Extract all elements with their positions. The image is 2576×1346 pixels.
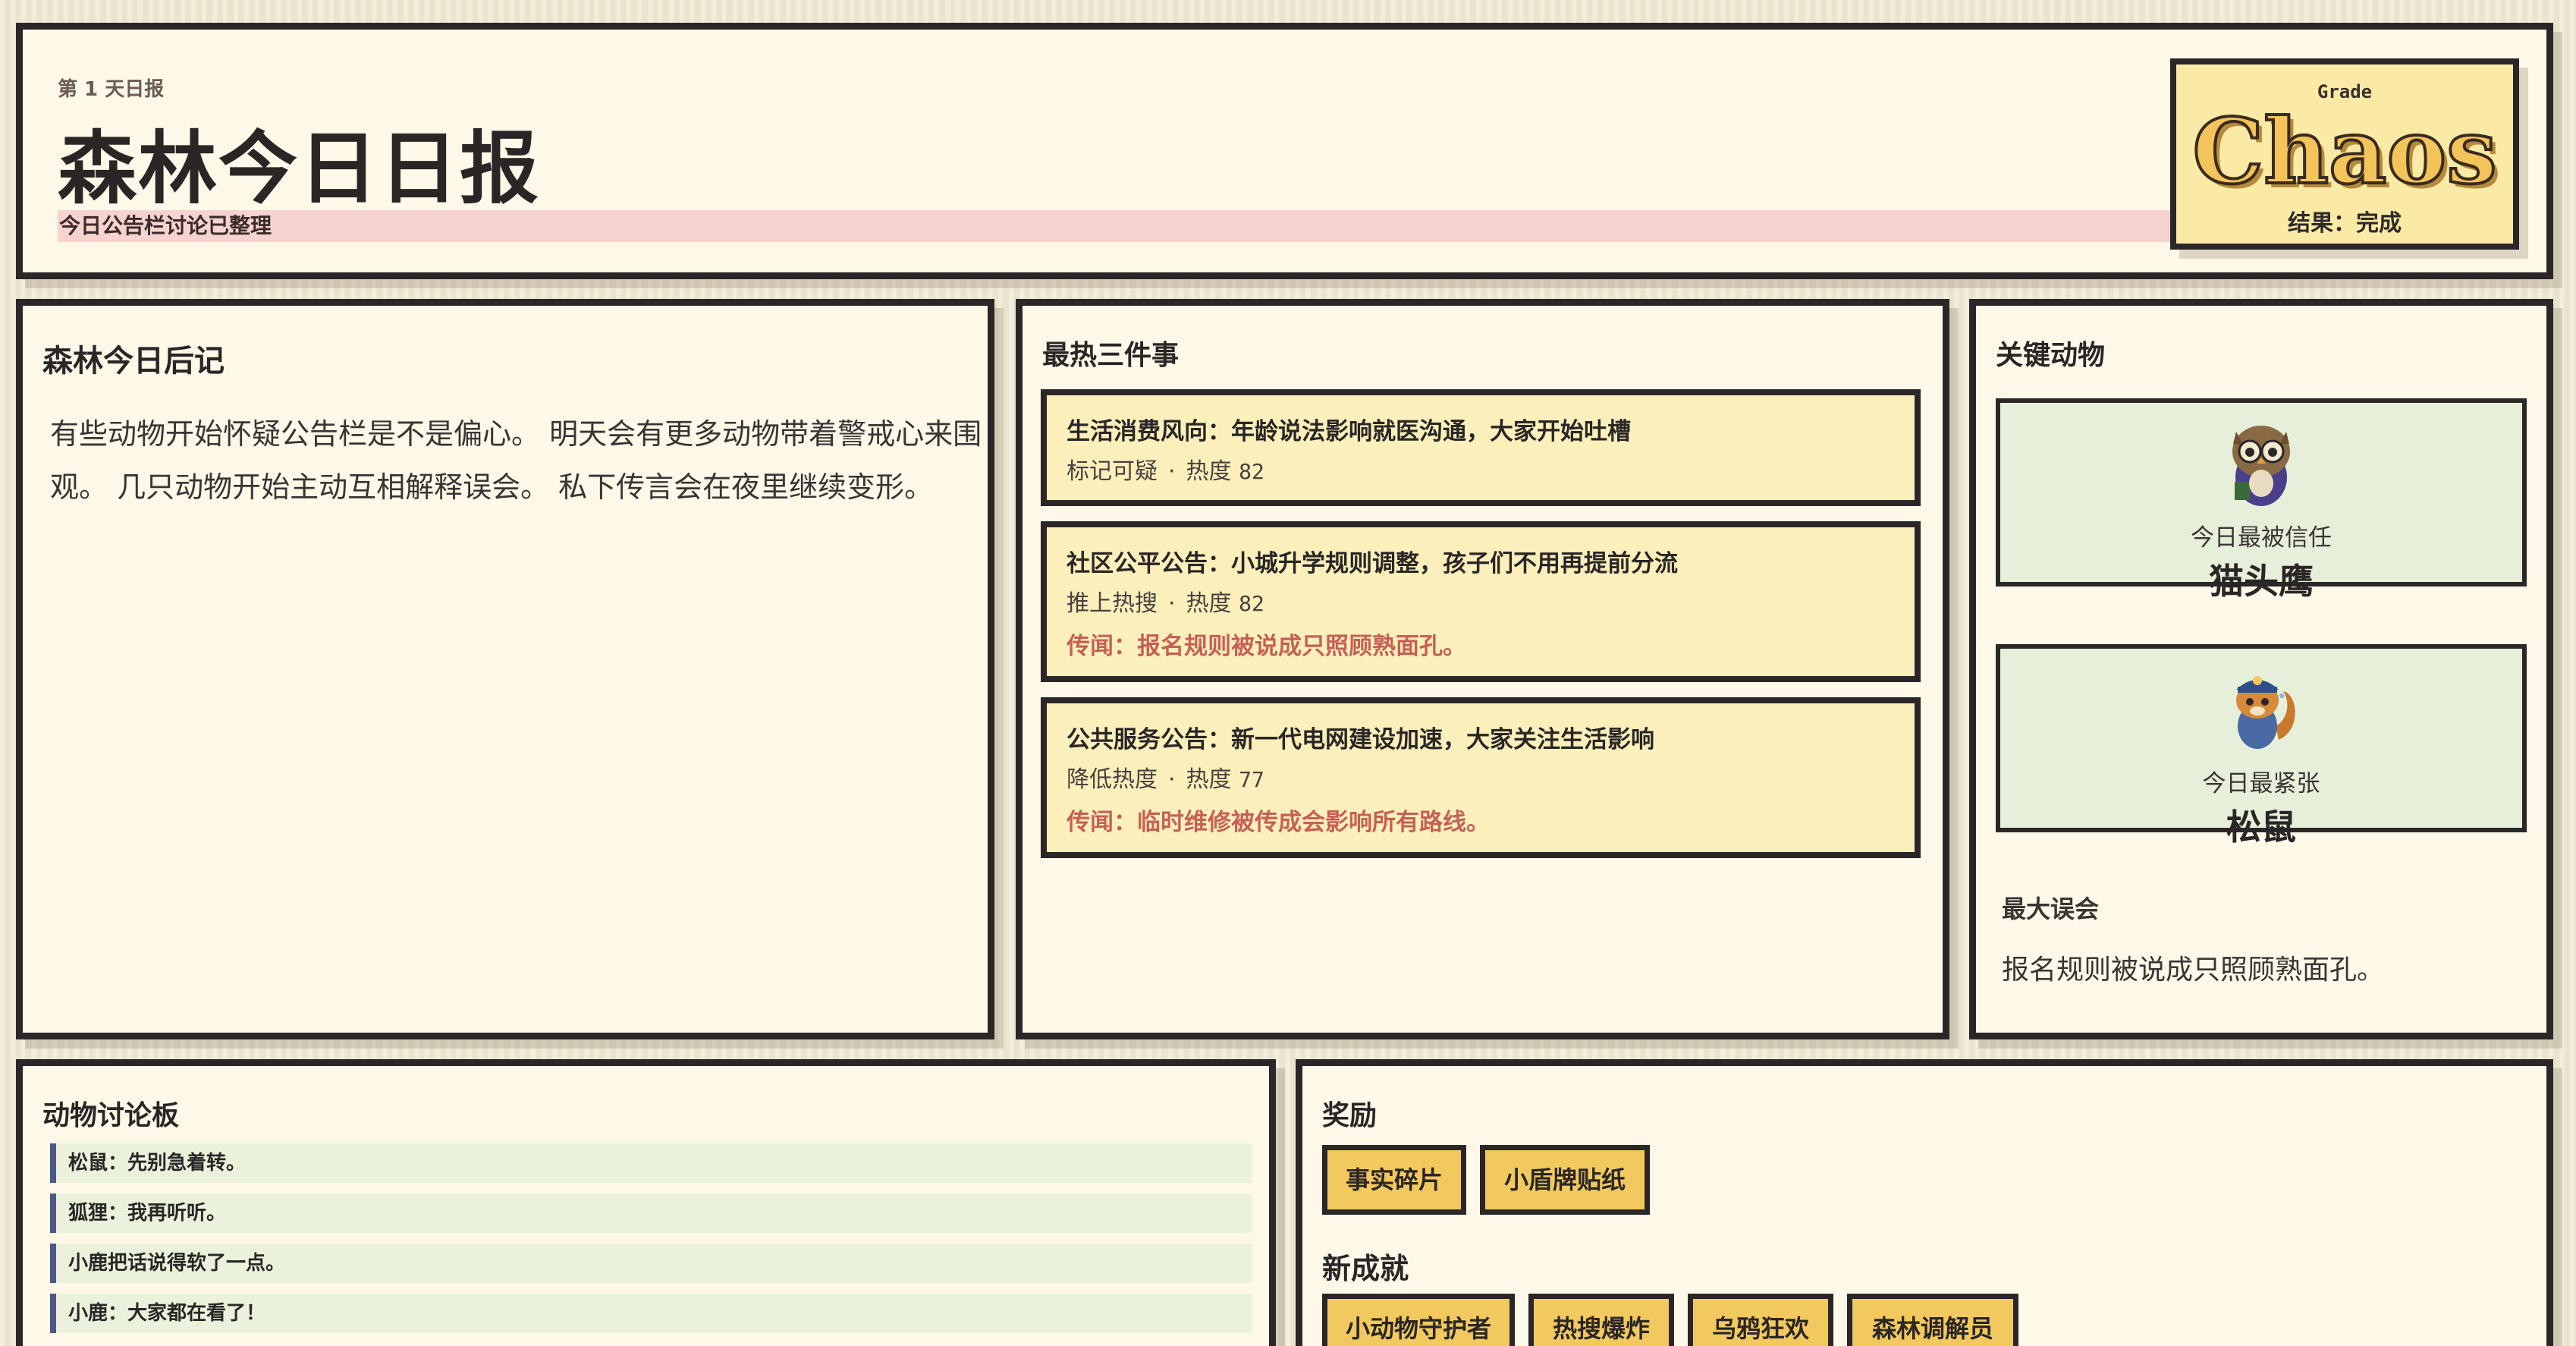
hot-item-rumor: 传闻：临时维修被传成会影响所有路线。: [1067, 809, 1490, 836]
epilogue-title: 森林今日后记: [42, 344, 225, 379]
day-label: 第 1 天日报: [58, 78, 165, 101]
hot-item-title: 社区公平公告：小城升学规则调整，孩子们不用再提前分流: [1067, 550, 1678, 577]
heat-value: 77: [1239, 767, 1264, 792]
achievement-tag[interactable]: 小动物守护者: [1322, 1294, 1515, 1346]
nervous-animal-name: 松鼠: [2226, 807, 2296, 848]
hot-item[interactable]: 社区公平公告：小城升学规则调整，孩子们不用再提前分流 推上热搜 · 热度 82 传闻…: [1041, 521, 1921, 682]
hot-item-title: 公共服务公告：新一代电网建设加速，大家关注生活影响: [1067, 726, 1654, 753]
biggest-misread-text: 报名规则被说成只照顾熟面孔。: [2002, 954, 2385, 986]
achievement-tag[interactable]: 热搜爆炸: [1528, 1294, 1674, 1346]
epilogue-text: 有些动物开始怀疑公告栏是不是偏心。 明天会有更多动物带着警戒心来围观。 几只动物…: [50, 417, 982, 504]
hot-item-rumor: 传闻：报名规则被说成只照顾熟面孔。: [1067, 633, 1466, 660]
owl-icon: [2232, 426, 2290, 506]
rewards-title: 奖励: [1322, 1100, 1378, 1131]
epilogue-panel: 森林今日后记 有些动物开始怀疑公告栏是不是偏心。 明天会有更多动物带着警戒心来围…: [16, 299, 994, 1039]
rewards-panel: 奖励 事实碎片 小盾牌贴纸 新成就 小动物守护者 热搜爆炸 乌鸦狂欢 森林调解员: [1296, 1059, 2553, 1346]
trusted-animal-name: 猫头鹰: [2209, 561, 2314, 602]
squirrel-icon: [2236, 676, 2295, 749]
hot-item-action: 降低热度: [1067, 766, 1158, 793]
discussion-board-panel: 动物讨论板 松鼠：先别急着转。 狐狸：我再听听。 小鹿把话说得软了一点。 小鹿：…: [16, 1059, 1276, 1346]
board-message: 小鹿把话说得软了一点。: [50, 1244, 1252, 1283]
heat-value: 82: [1239, 459, 1264, 484]
achievement-tag[interactable]: 森林调解员: [1847, 1294, 2018, 1346]
nervous-animal-card: 今日最紧张 松鼠: [1996, 644, 2527, 848]
hot-item-meta: 标记可疑 · 热度 82: [1067, 458, 1264, 485]
grade-result: 结果：完成: [2288, 210, 2402, 237]
heat-label: 热度: [1186, 590, 1232, 617]
board-message: 狐狸：我再听听。: [50, 1193, 1252, 1233]
key-animals-panel: 关键动物 今日最被信任 猫头鹰 今日最紧张 松鼠 最大误会 报名规则被说成只照顾…: [1969, 299, 2553, 1039]
hot-item-action: 标记可疑: [1067, 458, 1158, 485]
board-message: 松鼠：先别急着转。: [50, 1143, 1252, 1183]
heat-label: 热度: [1186, 458, 1232, 485]
grade-value: Chaos: [2191, 99, 2498, 204]
board-message: 小鹿：大家都在看了！: [50, 1294, 1252, 1333]
hot-item-meta: 降低热度 · 热度 77: [1067, 766, 1264, 793]
trusted-animal-card: 今日最被信任 猫头鹰: [1996, 398, 2527, 602]
key-animals-title: 关键动物: [1996, 340, 2106, 371]
grade-card: Grade Chaos 结果：完成: [2170, 58, 2519, 250]
discussion-board-title: 动物讨论板: [42, 1100, 180, 1131]
achievements-title: 新成就: [1322, 1252, 1409, 1285]
page-title: 森林今日日报: [58, 122, 541, 215]
hot-topics-panel: 最热三件事 生活消费风向：年龄说法影响就医沟通，大家开始吐槽 标记可疑 · 热度 8…: [1016, 299, 1949, 1039]
hot-item-action: 推上热搜: [1067, 590, 1158, 617]
reward-tag[interactable]: 小盾牌贴纸: [1480, 1145, 1650, 1215]
subtitle-banner: 今日公告栏讨论已整理: [58, 210, 2172, 242]
biggest-misread-label: 最大误会: [2002, 895, 2100, 923]
achievement-tag[interactable]: 乌鸦狂欢: [1688, 1294, 1833, 1346]
hot-item[interactable]: 生活消费风向：年龄说法影响就医沟通，大家开始吐槽 标记可疑 · 热度 82: [1041, 389, 1921, 506]
hot-item-meta: 推上热搜 · 热度 82: [1067, 590, 1264, 617]
reward-tag[interactable]: 事实碎片: [1322, 1145, 1466, 1215]
heat-value: 82: [1239, 591, 1264, 616]
hot-item-title: 生活消费风向：年龄说法影响就医沟通，大家开始吐槽: [1067, 418, 1631, 445]
report-header: 第 1 天日报 森林今日日报 今日公告栏讨论已整理 Grade Chaos 结果…: [16, 23, 2553, 279]
heat-label: 热度: [1186, 766, 1232, 793]
hot-topics-title: 最热三件事: [1042, 340, 1180, 371]
trusted-label: 今日最被信任: [2191, 524, 2332, 552]
hot-item[interactable]: 公共服务公告：新一代电网建设加速，大家关注生活影响 降低热度 · 热度 77 传闻：…: [1041, 697, 1921, 858]
nervous-label: 今日最紧张: [2202, 770, 2320, 797]
